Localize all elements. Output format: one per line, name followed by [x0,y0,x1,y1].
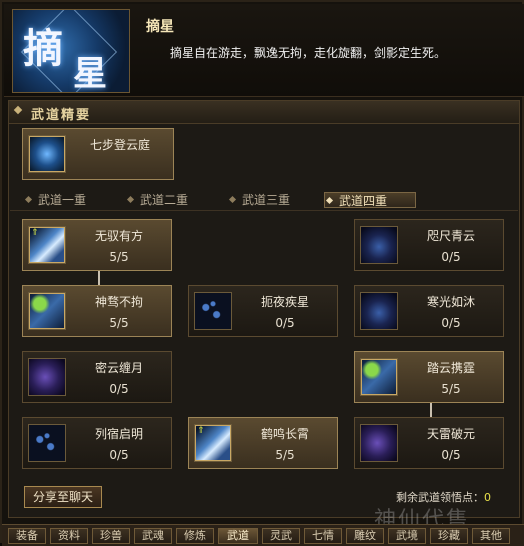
star-dots-icon [194,292,232,330]
tab-dot-icon [228,195,237,204]
skill-name: 天雷破元 [426,427,475,441]
skill-name: 摘星 [146,19,174,35]
skill-level: 0/5 [109,448,129,462]
bottom-tab-martial-realm[interactable]: 武境 [388,528,426,544]
mist-icon [360,226,398,264]
skill-card[interactable]: 密云缠月 0/5 [22,351,172,403]
bottom-tab-martial-way[interactable]: 武道 [218,528,258,544]
tab-dot-icon [325,196,334,205]
section-header: 武道精要 [9,101,519,124]
tab-tier-3[interactable]: 武道三重 [228,192,324,208]
skill-name: 寒光如沐 [426,295,475,309]
skill-level: 0/5 [441,316,461,330]
skill-level: 5/5 [275,448,295,462]
tab-tier-1[interactable]: 武道一重 [24,192,120,208]
skill-card[interactable]: 扼夜疾星 0/5 [188,285,338,337]
skill-name: 踏云携霆 [426,361,475,375]
skill-card[interactable]: 天雷破元 0/5 [354,417,504,469]
bottom-tab-engraving[interactable]: 雕纹 [346,528,384,544]
skill-name: 咫尺青云 [426,229,475,243]
skill-header: 摘 星 摘星 摘星自在游走，飘逸无拘，走化旋翻，剑影定生死。 [4,4,524,97]
bottom-tab-equipment[interactable]: 装备 [8,528,46,544]
skill-name: 神骛不拘 [94,295,143,309]
skill-card[interactable]: 神骛不拘 5/5 [22,285,172,337]
skill-card[interactable]: 寒光如沐 0/5 [354,285,504,337]
logo-char-2: 星 [73,54,107,93]
skill-level: 0/5 [441,250,461,264]
skill-card[interactable]: 列宿启明 0/5 [22,417,172,469]
tab-tier-2[interactable]: 武道二重 [126,192,222,208]
wing-icon: ⇑ [194,424,232,462]
tab-dot-icon [126,195,135,204]
star-dots-icon [28,424,66,462]
blade-icon [360,292,398,330]
section-title: 武道精要 [31,108,92,123]
core-skill-name: 七步登云庭 [89,138,150,152]
skill-name: 无驭有方 [94,229,143,243]
skill-level: 0/5 [275,316,295,330]
wing-icon [28,292,66,330]
lightning-figure-icon [28,135,66,173]
skill-name: 扼夜疾星 [260,295,309,309]
skill-level: 5/5 [109,316,129,330]
tab-label: 武道四重 [339,194,388,208]
bottom-tab-other[interactable]: 其他 [472,528,510,544]
wing-icon: ⇑ [28,226,66,264]
tab-tier-4[interactable]: 武道四重 [324,192,416,208]
skill-card[interactable]: 咫尺青云 0/5 [354,219,504,271]
tree-connector [98,270,100,286]
skill-name: 鹤鸣长霄 [260,427,309,441]
skill-name: 列宿启明 [94,427,143,441]
diamond-bullet-icon [13,105,23,115]
upgrade-arrow-icon: ⇑ [31,228,39,238]
bottom-tab-spirit-weapon[interactable]: 灵武 [262,528,300,544]
skill-level: 0/5 [441,448,461,462]
purple-swirl-icon [360,424,398,462]
character-panel: 摘 星 摘星 摘星自在游走，飘逸无拘，走化旋翻，剑影定生死。 武道精要 七步登云… [0,0,524,546]
skill-description: 摘星自在游走，飘逸无拘，走化旋翻，剑影定生死。 [170,46,447,60]
upgrade-arrow-icon: ⇑ [197,426,205,436]
skill-card[interactable]: ⇑ 无驭有方 5/5 [22,219,172,271]
remaining-points-value: 0 [484,491,491,504]
tree-connector [430,402,432,418]
skill-card[interactable]: ⇑ 鹤鸣长霄 5/5 [188,417,338,469]
skill-name: 密云缠月 [94,361,143,375]
purple-swirl-icon [28,358,66,396]
bottom-tab-emotions[interactable]: 七情 [304,528,342,544]
tab-label: 武道二重 [140,193,189,207]
skill-level: 5/5 [441,382,461,396]
bottom-tab-pets[interactable]: 珍兽 [92,528,130,544]
bottom-tab-profile[interactable]: 资料 [50,528,88,544]
core-skill-card[interactable]: 七步登云庭 [22,128,174,180]
bottom-tab-collection[interactable]: 珍藏 [430,528,468,544]
share-to-chat-button[interactable]: 分享至聊天 [24,486,102,508]
skill-card[interactable]: 踏云携霆 5/5 [354,351,504,403]
logo-char-1: 摘 [23,25,63,72]
bottom-tab-cultivation[interactable]: 修炼 [176,528,214,544]
skill-level: 5/5 [109,250,129,264]
skill-level: 0/5 [109,382,129,396]
skill-logo: 摘 星 [12,9,130,93]
tab-label: 武道三重 [242,193,291,207]
tier-tabs: 武道一重 武道二重 武道三重 武道四重 [10,192,518,211]
bottom-tab-martial-soul[interactable]: 武魂 [134,528,172,544]
wing-icon [360,358,398,396]
tab-dot-icon [24,195,33,204]
tab-label: 武道一重 [38,193,87,207]
